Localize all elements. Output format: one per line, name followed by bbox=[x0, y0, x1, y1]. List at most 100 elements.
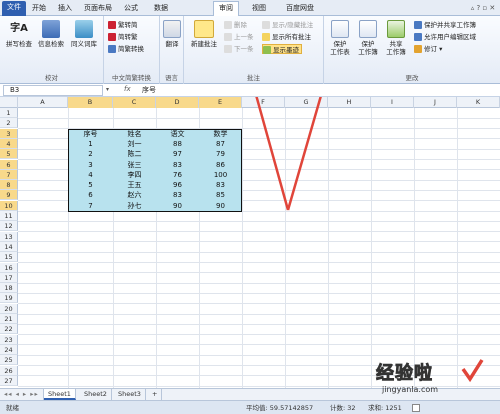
chevron-down-icon: ▾ bbox=[437, 45, 443, 53]
next-comment-button[interactable]: 下一条 bbox=[224, 44, 254, 54]
checkmark-logo-icon bbox=[461, 359, 484, 383]
simp-to-trad-button[interactable]: 简转繁 bbox=[108, 32, 138, 42]
translate-button[interactable]: 翻译 bbox=[161, 20, 183, 48]
prev-comment-icon bbox=[224, 33, 232, 41]
sheet-tab-3[interactable]: Sheet3 bbox=[114, 389, 146, 400]
excel-window: 文件 开始 插入 页面布局 公式 数据 审阅 视图 百度网盘 ▵ ? ▫ ✕ 字… bbox=[0, 0, 500, 414]
protect-workbook-button[interactable]: 保护 工作簿 bbox=[354, 20, 382, 56]
group-language: 翻译 语言 bbox=[160, 16, 184, 84]
research-label: 信息检索 bbox=[38, 40, 64, 48]
show-hide-comment-label: 显示/隐藏批注 bbox=[272, 21, 314, 29]
name-box[interactable]: B3 bbox=[3, 85, 103, 96]
sheet-tab-1[interactable]: Sheet1 bbox=[44, 389, 76, 400]
delete-comment-icon bbox=[224, 21, 232, 29]
protect-sheet-button[interactable]: 保护 工作表 bbox=[326, 20, 354, 56]
new-comment-button[interactable]: 新建批注 bbox=[187, 20, 221, 48]
conversion-icon bbox=[108, 45, 116, 53]
group-label-comments: 批注 bbox=[247, 74, 260, 82]
annotation-arrows bbox=[255, 97, 322, 211]
share-workbook-label-1: 共享 bbox=[389, 40, 403, 48]
tab-home[interactable]: 开始 bbox=[28, 2, 50, 16]
simp-to-trad-label: 简转繁 bbox=[118, 33, 138, 41]
ribbon-tab-bar: 文件 开始 插入 页面布局 公式 数据 审阅 视图 百度网盘 ▵ ? ▫ ✕ bbox=[0, 0, 500, 16]
watermark-text: 经验啦 bbox=[376, 363, 433, 385]
show-ink-label: 显示墨迹 bbox=[273, 46, 299, 54]
formula-bar: B3 ▾ fx 序号 bbox=[0, 84, 500, 97]
research-book-icon bbox=[42, 20, 60, 38]
tab-file[interactable]: 文件 bbox=[2, 1, 26, 16]
next-comment-icon bbox=[224, 45, 232, 53]
group-label-proofing: 校对 bbox=[45, 74, 58, 82]
group-proofing: 字A 拼写检查 信息检索 同义词库 校对 bbox=[0, 16, 104, 84]
trad-to-simp-button[interactable]: 繁转简 bbox=[108, 20, 138, 30]
track-changes-icon bbox=[414, 45, 422, 53]
show-all-comments-button[interactable]: 显示所有批注 bbox=[262, 32, 311, 42]
tab-page-layout[interactable]: 页面布局 bbox=[80, 2, 116, 16]
status-sum: 求和: 1251 bbox=[368, 404, 402, 412]
translate-icon bbox=[163, 20, 181, 38]
track-changes-button[interactable]: 修订 ▾ bbox=[414, 44, 442, 54]
allow-edit-label: 允许用户编辑区域 bbox=[424, 33, 476, 41]
tab-insert[interactable]: 插入 bbox=[54, 2, 76, 16]
namebox-dropdown-icon[interactable]: ▾ bbox=[106, 86, 109, 93]
sheet-nav-arrows[interactable]: ◂◂ ◂ ▸ ▸▸ bbox=[0, 389, 44, 400]
status-mode: 就绪 bbox=[6, 404, 19, 412]
group-comments: 新建批注 删除 上一条 下一条 显示/隐藏批注 显示所有批注 显示墨迹 批注 bbox=[184, 16, 324, 84]
trad-to-simp-label: 繁转简 bbox=[118, 21, 138, 29]
normal-view-icon[interactable] bbox=[412, 404, 420, 412]
allow-edit-icon bbox=[414, 33, 422, 41]
fx-icon[interactable]: fx bbox=[124, 85, 131, 93]
translate-label: 翻译 bbox=[165, 40, 179, 48]
tab-formulas[interactable]: 公式 bbox=[120, 2, 142, 16]
protect-share-button[interactable]: 保护并共享工作簿 bbox=[414, 20, 476, 30]
sheet-tab-2[interactable]: Sheet2 bbox=[80, 389, 112, 400]
window-controls[interactable]: ▵ ? ▫ ✕ bbox=[468, 2, 498, 16]
spell-check-icon: 字A bbox=[10, 23, 28, 34]
ribbon-review: 字A 拼写检查 信息检索 同义词库 校对 繁转简 简转繁 简繁转换 中文简繁转换 bbox=[0, 16, 500, 84]
thesaurus-book-icon bbox=[75, 20, 93, 38]
spell-check-label: 拼写检查 bbox=[6, 40, 32, 48]
worksheet-grid[interactable]: ABCDEFGHIJK 1 2 3 4 5 6 7 8 9 10 11 12 13 14 15 16 17 18 1… bbox=[0, 97, 500, 388]
show-all-comments-icon bbox=[262, 33, 270, 41]
allow-edit-ranges-button[interactable]: 允许用户编辑区域 bbox=[414, 32, 476, 42]
prev-comment-button[interactable]: 上一条 bbox=[224, 32, 254, 42]
show-all-comments-label: 显示所有批注 bbox=[272, 33, 311, 41]
share-workbook-button[interactable]: 共享 工作簿 bbox=[382, 20, 410, 56]
group-label-changes: 更改 bbox=[405, 74, 419, 82]
protect-workbook-label-2: 工作簿 bbox=[358, 48, 378, 56]
protect-sheet-label-1: 保护 bbox=[333, 40, 347, 48]
delete-comment-button[interactable]: 删除 bbox=[224, 20, 247, 30]
trad-simp-icon bbox=[108, 21, 116, 29]
show-hide-comment-button[interactable]: 显示/隐藏批注 bbox=[262, 20, 313, 30]
protect-workbook-icon bbox=[359, 20, 377, 38]
status-average: 平均值: 59.57142857 bbox=[246, 404, 314, 412]
thesaurus-button[interactable]: 同义词库 bbox=[68, 20, 100, 48]
arrow-line-review bbox=[255, 97, 290, 211]
insert-sheet-icon[interactable]: + bbox=[148, 389, 162, 400]
formula-input[interactable]: 序号 bbox=[142, 85, 156, 95]
protect-workbook-label-1: 保护 bbox=[361, 40, 375, 48]
protect-sheet-lock-icon bbox=[331, 20, 349, 38]
track-changes-label: 修订 bbox=[424, 45, 437, 53]
spell-check-button[interactable]: 字A 拼写检查 bbox=[4, 20, 34, 48]
delete-comment-label: 删除 bbox=[234, 21, 247, 29]
tab-data[interactable]: 数据 bbox=[150, 2, 172, 16]
tab-review[interactable]: 审阅 bbox=[213, 1, 239, 16]
thesaurus-label: 同义词库 bbox=[71, 40, 97, 48]
group-label-chinese: 中文简繁转换 bbox=[112, 74, 151, 82]
tab-baidu-pan[interactable]: 百度网盘 bbox=[282, 2, 318, 16]
show-ink-button[interactable]: 显示墨迹 bbox=[262, 44, 302, 54]
show-ink-icon bbox=[263, 46, 271, 54]
group-chinese-conversion: 繁转简 简转繁 简繁转换 中文简繁转换 bbox=[104, 16, 160, 84]
research-button[interactable]: 信息检索 bbox=[36, 20, 66, 48]
watermark: 经验啦 jingyanla.com bbox=[360, 353, 500, 403]
tab-view[interactable]: 视图 bbox=[248, 2, 270, 16]
protect-share-label: 保护并共享工作簿 bbox=[424, 21, 476, 29]
chinese-conversion-button[interactable]: 简繁转换 bbox=[108, 44, 144, 54]
share-workbook-label-2: 工作簿 bbox=[386, 48, 406, 56]
group-label-language: 语言 bbox=[165, 74, 178, 82]
arrow-line-protect bbox=[286, 97, 322, 211]
simp-trad-icon bbox=[108, 33, 116, 41]
group-changes: 保护 工作表 保护 工作簿 共享 工作簿 保护并共享工作簿 允许用户编辑区域 修… bbox=[324, 16, 500, 84]
new-comment-icon bbox=[194, 20, 214, 38]
